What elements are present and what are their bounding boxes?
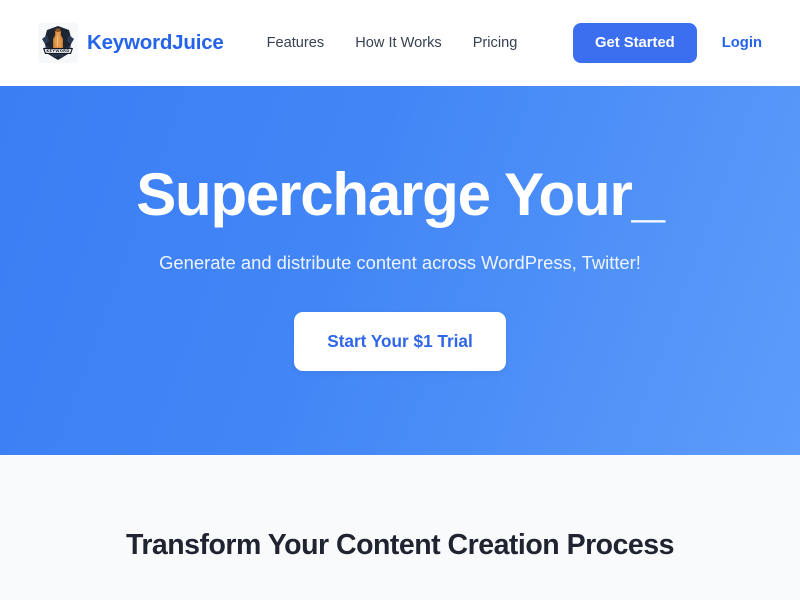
features-section-title: Transform Your Content Creation Process (126, 529, 674, 561)
brand-logo-link[interactable]: KEYWORD KeywordJuice (38, 23, 224, 63)
nav-item-features[interactable]: Features (267, 35, 325, 51)
hero-title: Supercharge Your_ (136, 161, 665, 228)
header-actions: Get Started Login (572, 22, 770, 64)
brand-name: KeywordJuice (87, 31, 224, 54)
get-started-button[interactable]: Get Started (572, 22, 697, 64)
nav-item-how-it-works[interactable]: How It Works (355, 35, 442, 51)
hero-subtitle: Generate and distribute content across W… (159, 252, 641, 273)
start-trial-button[interactable]: Start Your $1 Trial (294, 312, 506, 371)
login-link[interactable]: Login (722, 35, 770, 51)
keyword-badge-logo-icon: KEYWORD (38, 23, 78, 63)
typing-cursor: _ (631, 161, 665, 228)
main-nav: Features How It Works Pricing (267, 35, 518, 51)
hero-section: Supercharge Your_ Generate and distribut… (0, 86, 800, 455)
features-section: Transform Your Content Creation Process (0, 455, 800, 600)
nav-item-pricing[interactable]: Pricing (473, 35, 518, 51)
hero-title-text: Supercharge Your (136, 161, 633, 228)
svg-text:KEYWORD: KEYWORD (46, 49, 69, 53)
site-header: KEYWORD KeywordJuice Features How It Wor… (0, 0, 800, 86)
